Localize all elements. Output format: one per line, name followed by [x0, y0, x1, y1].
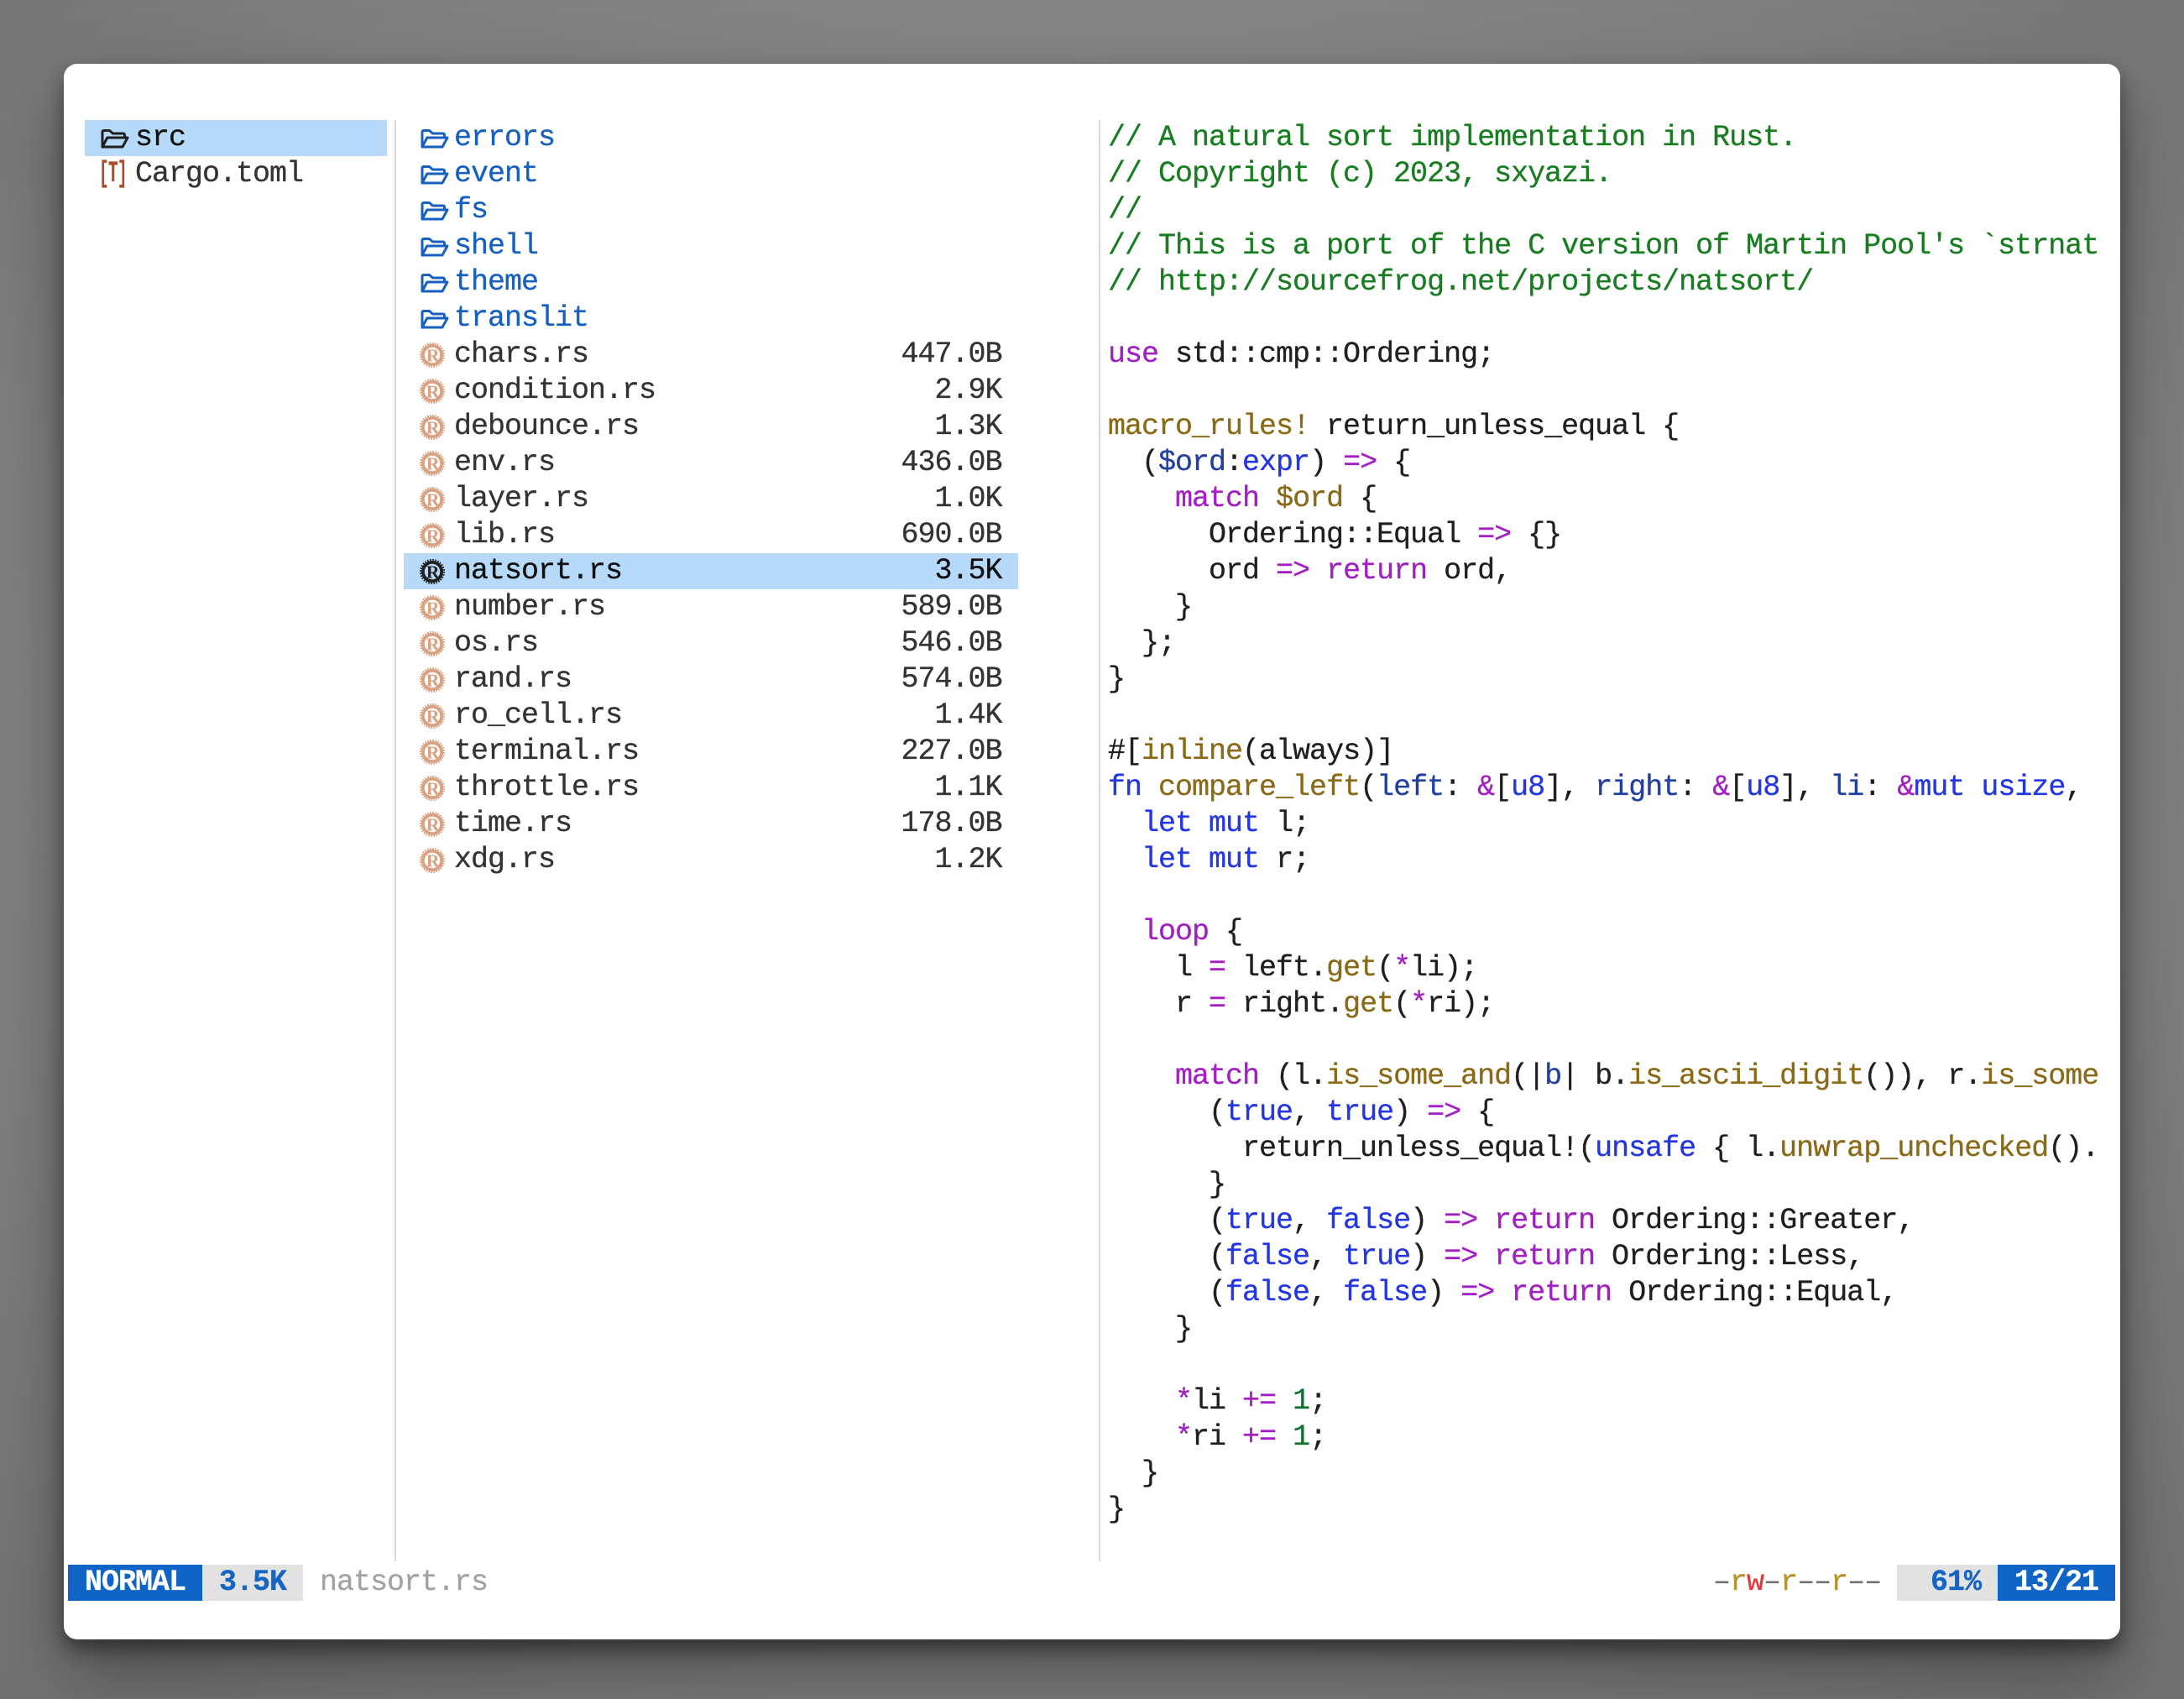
svg-text:R: R — [426, 635, 440, 655]
svg-text:R: R — [426, 815, 440, 835]
svg-text:R: R — [426, 671, 440, 691]
svg-text:R: R — [426, 743, 440, 763]
svg-text:R: R — [426, 707, 440, 727]
svg-text:R: R — [426, 526, 440, 546]
svg-text:R: R — [426, 454, 440, 474]
svg-text:R: R — [426, 346, 440, 366]
svg-text:R: R — [426, 490, 440, 510]
svg-text:R: R — [426, 599, 440, 619]
svg-text:R: R — [426, 562, 440, 583]
svg-text:R: R — [426, 382, 440, 402]
svg-text:R: R — [426, 418, 440, 438]
svg-text:R: R — [426, 851, 440, 871]
svg-text:R: R — [426, 779, 440, 799]
